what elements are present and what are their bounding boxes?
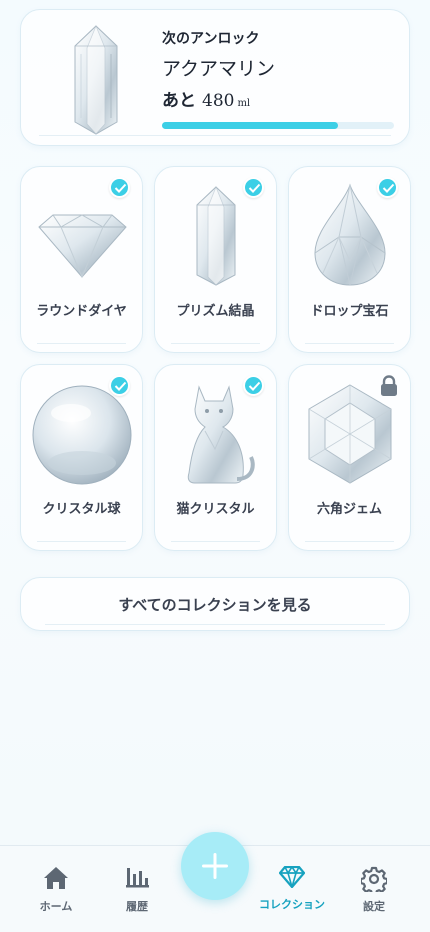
collection-item-cat-crystal[interactable]: 猫クリスタル	[154, 364, 277, 551]
collection-item-label: ラウンドダイヤ	[36, 304, 127, 319]
collection-item-label: プリズム結晶	[176, 304, 255, 319]
lock-icon	[381, 375, 397, 396]
unlocked-check-icon	[377, 177, 398, 198]
divider	[37, 541, 126, 542]
collection-item-label: ドロップ宝石	[310, 304, 389, 319]
remaining-value: 480	[202, 91, 235, 111]
see-all-label: すべてのコレクションを見る	[118, 595, 312, 614]
home-icon	[44, 867, 68, 889]
diamond-icon	[279, 866, 305, 888]
divider	[37, 343, 126, 344]
remaining-amount: あと 480 ml	[162, 86, 250, 111]
tab-label: ホーム	[39, 900, 73, 913]
collection-item-prism-crystal[interactable]: プリズム結晶	[154, 166, 277, 353]
tab-label: コレクション	[259, 898, 325, 911]
collection-item-round-diamond[interactable]: ラウンドダイヤ	[20, 166, 143, 353]
remaining-prefix: あと	[162, 91, 196, 111]
divider	[171, 541, 260, 542]
remaining-unit: ml	[237, 98, 251, 109]
collection-item-label: クリスタル球	[42, 502, 121, 517]
gear-icon	[361, 866, 387, 892]
collection-item-crystal-ball[interactable]: クリスタル球	[20, 364, 143, 551]
see-all-collection-button[interactable]: すべてのコレクションを見る	[20, 577, 410, 631]
unlocked-check-icon	[109, 375, 130, 396]
collection-item-drop-gem[interactable]: ドロップ宝石	[288, 166, 411, 353]
divider	[171, 343, 260, 344]
tab-label: 履歴	[126, 900, 148, 913]
tab-collection[interactable]: コレクション	[252, 846, 332, 932]
collection-item-label: 六角ジェム	[316, 502, 382, 517]
next-unlock-card[interactable]: 次のアンロック アクアマリン あと 480 ml	[20, 9, 410, 146]
next-unlock-gem-name: アクアマリン	[162, 58, 276, 80]
unlocked-check-icon	[243, 177, 264, 198]
tab-history[interactable]: 履歴	[97, 846, 177, 932]
unlocked-check-icon	[109, 177, 130, 198]
collection-item-hexagon-gem[interactable]: 六角ジェム	[288, 364, 411, 551]
collection-item-label: 猫クリスタル	[176, 502, 255, 517]
divider	[305, 343, 394, 344]
tab-label: 設定	[363, 900, 385, 913]
prism-crystal-icon	[74, 24, 118, 135]
tab-settings[interactable]: 設定	[334, 846, 414, 932]
unlocked-check-icon	[243, 375, 264, 396]
divider	[305, 541, 394, 542]
bar-chart-icon	[126, 868, 149, 888]
plus-icon	[202, 853, 228, 879]
unlock-progress-fill	[162, 122, 339, 129]
tab-home[interactable]: ホーム	[16, 846, 96, 932]
unlock-progress-bar	[162, 122, 394, 129]
divider	[45, 624, 385, 625]
add-button[interactable]	[181, 832, 249, 900]
divider	[39, 135, 391, 136]
next-unlock-label: 次のアンロック	[162, 31, 260, 47]
